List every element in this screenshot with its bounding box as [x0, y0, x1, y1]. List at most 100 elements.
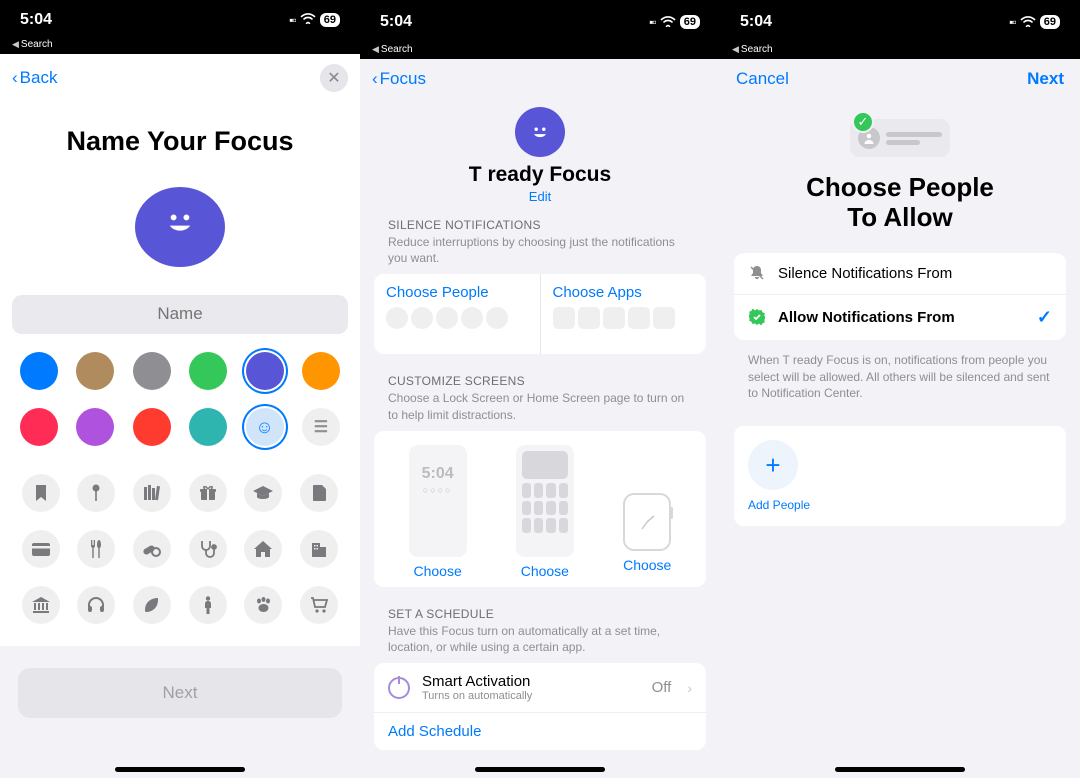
color-indigo[interactable]: [246, 352, 284, 390]
icon-headphones[interactable]: [77, 586, 115, 624]
edit-button[interactable]: Edit: [360, 189, 720, 204]
color-gray[interactable]: [133, 352, 171, 390]
checkmark-icon: ✓: [1037, 307, 1052, 328]
screen-choose-people: 5:04 ▪▫69 ◀Search Cancel Next ✓ Choose P…: [720, 0, 1080, 778]
icon-paw[interactable]: [244, 586, 282, 624]
color-red[interactable]: [133, 408, 171, 446]
battery-level: 69: [320, 13, 340, 27]
home-indicator[interactable]: [475, 767, 605, 772]
icon-utensils[interactable]: [77, 530, 115, 568]
status-bar: 5:04 ▪▫ 69: [0, 0, 360, 39]
status-time: 5:04: [20, 11, 52, 29]
option-silence[interactable]: Silence Notifications From: [734, 253, 1066, 295]
page-title: Choose PeopleTo Allow: [720, 173, 1080, 233]
add-people-button[interactable]: +: [748, 440, 798, 490]
status-time: 5:04: [380, 13, 412, 31]
home-indicator[interactable]: [115, 767, 245, 772]
back-button[interactable]: ‹Focus: [372, 69, 426, 89]
color-teal[interactable]: [189, 408, 227, 446]
icon-gift[interactable]: [189, 474, 227, 512]
battery-level: 69: [1040, 15, 1060, 29]
next-button[interactable]: Next: [1027, 69, 1064, 89]
choose-people-button[interactable]: Choose People: [374, 274, 541, 354]
icon-leaf[interactable]: [133, 586, 171, 624]
emoji-picker-button[interactable]: ☺: [246, 408, 284, 446]
status-bar: 5:04 ▪▫ 69: [360, 0, 720, 44]
signal-icon: ▪▫: [649, 15, 656, 29]
next-button[interactable]: Next: [18, 668, 342, 718]
wifi-icon: [300, 12, 316, 27]
chevron-left-icon: ◀: [732, 44, 739, 55]
status-bar: 5:04 ▪▫69: [720, 0, 1080, 44]
smart-activation-row[interactable]: Smart ActivationTurns on automatically O…: [374, 663, 706, 713]
add-schedule-button[interactable]: Add Schedule: [374, 713, 706, 750]
screen-focus-settings: 5:04 ▪▫ 69 ◀Search ‹Focus T ready Focus E…: [360, 0, 720, 778]
breadcrumb[interactable]: ◀Search: [360, 44, 720, 59]
icon-bookmark[interactable]: [22, 474, 60, 512]
color-purple[interactable]: [76, 408, 114, 446]
icon-grid: [0, 464, 360, 634]
bell-slash-icon: [748, 265, 766, 281]
color-row-1: [0, 352, 360, 390]
home-screen-preview: [516, 445, 574, 557]
cancel-button[interactable]: Cancel: [736, 69, 789, 89]
icon-pills[interactable]: [133, 530, 171, 568]
screen-name-focus: 5:04 ▪▫ 69 ◀Search ‹ Back ✕ Name Your Fo…: [0, 0, 360, 778]
wifi-icon: [660, 15, 676, 30]
wifi-icon: [1020, 15, 1036, 30]
options-card: Silence Notifications From Allow Notific…: [734, 253, 1066, 340]
icon-books[interactable]: [133, 474, 171, 512]
icon-house[interactable]: [244, 530, 282, 568]
icon-building[interactable]: [300, 530, 338, 568]
illustration: ✓: [830, 119, 970, 157]
icon-bank[interactable]: [22, 586, 60, 624]
smiley-icon: [158, 200, 202, 254]
focus-icon-preview: [135, 187, 225, 267]
home-screen-option[interactable]: Choose: [516, 445, 574, 579]
battery-level: 69: [680, 15, 700, 29]
color-orange[interactable]: [302, 352, 340, 390]
add-people-label: Add People: [748, 498, 1052, 512]
add-people-card: + Add People: [734, 426, 1066, 526]
option-allow[interactable]: Allow Notifications From ✓: [734, 295, 1066, 340]
color-pink[interactable]: [20, 408, 58, 446]
signal-icon: ▪▫: [289, 13, 296, 27]
choose-apps-button[interactable]: Choose Apps: [541, 274, 707, 354]
silence-card: Choose People Choose Apps: [374, 274, 706, 354]
icon-card[interactable]: [22, 530, 60, 568]
nav-bar: ‹Focus: [360, 59, 720, 99]
icon-pin[interactable]: [77, 474, 115, 512]
silence-header: SILENCE NOTIFICATIONS: [360, 218, 720, 232]
color-brown[interactable]: [76, 352, 114, 390]
icon-stethoscope[interactable]: [189, 530, 227, 568]
icon-person[interactable]: [189, 586, 227, 624]
screens-card: 5:04○○○○ Choose Choose Choose: [374, 431, 706, 587]
status-time: 5:04: [740, 13, 772, 31]
breadcrumb[interactable]: ◀Search: [720, 44, 1080, 59]
checkmark-seal-icon: [748, 309, 766, 325]
color-green[interactable]: [189, 352, 227, 390]
lock-screen-option[interactable]: 5:04○○○○ Choose: [409, 445, 467, 579]
icon-document[interactable]: [300, 474, 338, 512]
status-value: Off: [652, 679, 672, 696]
focus-name-input[interactable]: [12, 295, 348, 334]
chevron-left-icon: ◀: [372, 44, 379, 55]
page-title: Name Your Focus: [0, 126, 360, 157]
option-note: When T ready Focus is on, notifications …: [720, 348, 1080, 406]
focus-name: T ready Focus: [360, 163, 720, 187]
lock-screen-preview: 5:04○○○○: [409, 445, 467, 557]
back-button[interactable]: ‹ Back: [12, 68, 57, 88]
focus-header: T ready Focus Edit: [360, 99, 720, 218]
close-button[interactable]: ✕: [320, 64, 348, 92]
color-row-2: ☺ ☰: [0, 408, 360, 446]
icon-grad-cap[interactable]: [244, 474, 282, 512]
breadcrumb[interactable]: ◀Search: [0, 39, 360, 54]
close-icon: ✕: [327, 68, 340, 88]
home-indicator[interactable]: [835, 767, 965, 772]
watch-face-option[interactable]: Choose: [623, 445, 671, 579]
watch-preview: [623, 493, 671, 551]
icon-cart[interactable]: [300, 586, 338, 624]
smiley-icon: ☺: [255, 417, 273, 438]
color-blue[interactable]: [20, 352, 58, 390]
icon-list-button[interactable]: ☰: [302, 408, 340, 446]
